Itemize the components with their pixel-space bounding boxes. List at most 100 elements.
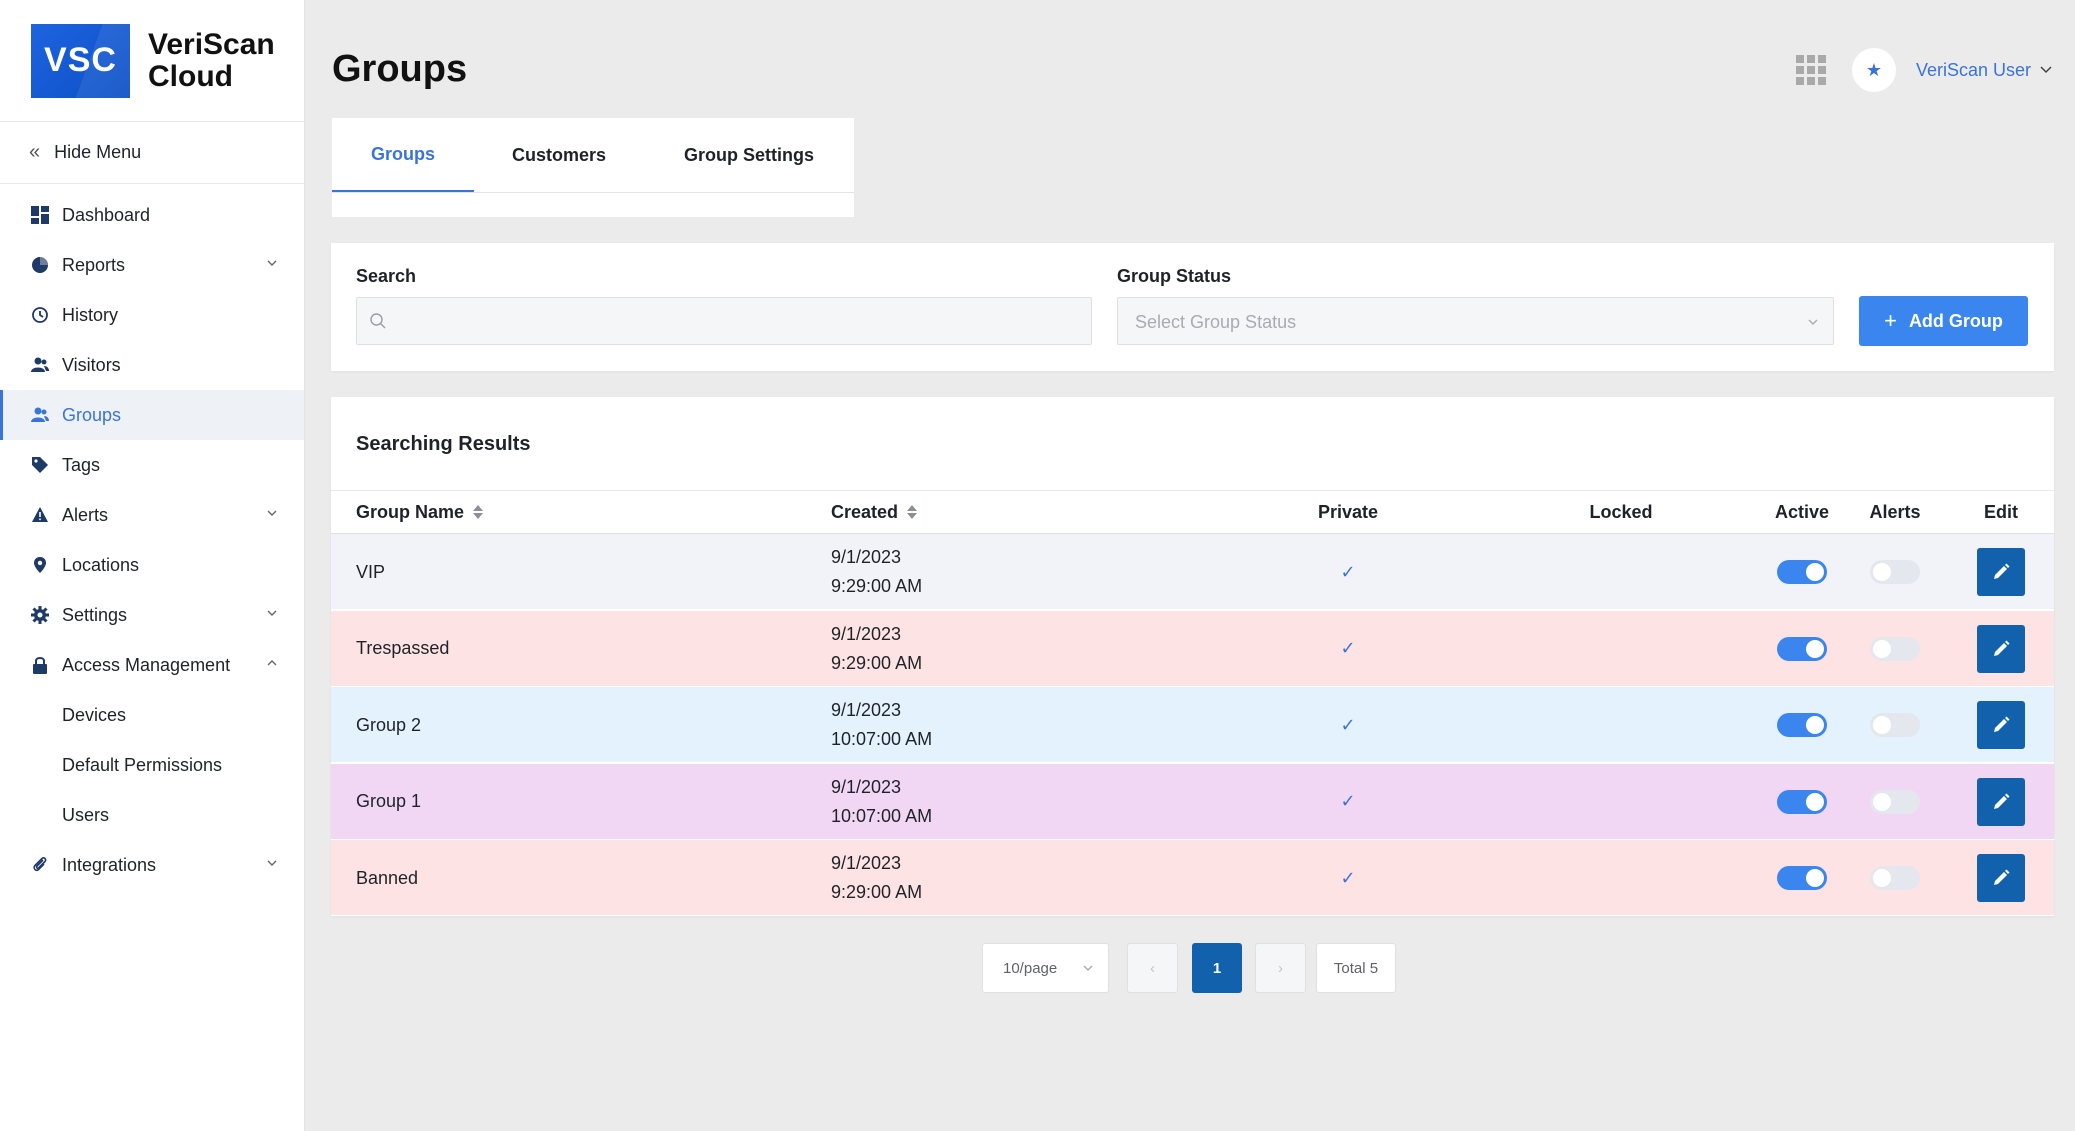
add-group-button[interactable]: + Add Group [1859, 296, 2028, 346]
page-button-current[interactable]: 1 [1192, 943, 1242, 993]
tab-group-settings[interactable]: Group Settings [644, 118, 854, 192]
active-toggle[interactable] [1777, 866, 1827, 890]
checkmark-icon: ✓ [1340, 638, 1356, 658]
edit-button[interactable] [1977, 777, 2025, 826]
table-row: Banned 9/1/2023 9:29:00 AM ✓ [331, 840, 2054, 916]
created-cell: 9/1/2023 10:07:00 AM [831, 764, 932, 840]
page-title: Groups [332, 48, 468, 90]
sidebar-subitem-default-permissions[interactable]: Default Permissions [0, 740, 304, 790]
edit-button[interactable] [1977, 548, 2025, 596]
sidebar-item-label: Alerts [62, 504, 109, 525]
checkmark-icon: ✓ [1340, 867, 1356, 888]
sidebar-item-alerts[interactable]: Alerts [0, 490, 304, 540]
page-size-select[interactable]: 10/page [982, 943, 1109, 993]
apps-grid-icon[interactable] [1795, 55, 1826, 85]
alerts-cell [1850, 840, 1940, 916]
search-field[interactable] [356, 297, 1092, 345]
next-page-button[interactable]: › [1255, 943, 1306, 993]
edit-button[interactable] [1977, 854, 2025, 902]
group-status-label: Group Status [1117, 266, 1232, 286]
search-icon [370, 313, 386, 329]
edit-button[interactable] [1977, 701, 2025, 749]
group-status-select[interactable]: Select Group Status [1117, 297, 1834, 345]
page-size-label: 10/page [1003, 959, 1058, 977]
column-private: Private [1317, 501, 1379, 522]
user-toolbar: ★ VeriScan User [1795, 48, 2053, 92]
sidebar-item-label: Reports [62, 254, 126, 275]
search-input[interactable] [397, 298, 1077, 344]
sidebar-item-tags[interactable]: Tags [0, 440, 304, 490]
favorite-star-button[interactable]: ★ [1851, 48, 1896, 92]
chevron-up-icon [267, 660, 277, 666]
brand-name: VeriScan Cloud [148, 28, 275, 93]
table-header: Group Name Created Private Locked Active… [331, 490, 2054, 534]
plus-icon: + [1884, 308, 1897, 333]
column-group-name[interactable]: Group Name [356, 491, 484, 533]
created-time: 9:29:00 AM [831, 652, 923, 673]
toggle-knob [1806, 716, 1824, 734]
chevron-down-icon [267, 610, 277, 616]
toggle-knob [1806, 869, 1824, 887]
active-toggle[interactable] [1777, 713, 1827, 737]
sidebar-item-integrations[interactable]: Integrations [0, 840, 304, 890]
active-toggle[interactable] [1777, 789, 1827, 814]
sidebar-subitem-users[interactable]: Users [0, 790, 304, 840]
active-toggle[interactable] [1777, 636, 1827, 661]
edit-button[interactable] [1977, 624, 2025, 673]
alerts-toggle[interactable] [1870, 560, 1920, 584]
active-toggle[interactable] [1777, 560, 1827, 584]
hide-menu-button[interactable]: « Hide Menu [0, 122, 304, 184]
alerts-toggle[interactable] [1870, 636, 1920, 661]
column-locked: Locked [1589, 501, 1653, 522]
column-created[interactable]: Created [831, 491, 918, 533]
sidebar-item-settings[interactable]: Settings [0, 590, 304, 640]
sidebar-subitem-devices[interactable]: Devices [0, 690, 304, 740]
column-label: Group Name [356, 501, 465, 522]
pencil-icon [1992, 640, 2010, 658]
toggle-knob [1806, 563, 1824, 581]
active-cell [1757, 611, 1847, 687]
sort-icon[interactable] [906, 504, 918, 520]
lock-icon [30, 655, 50, 675]
tab-groups[interactable]: Groups [332, 118, 474, 192]
sidebar-item-reports[interactable]: Reports [0, 240, 304, 290]
table-row: VIP 9/1/2023 9:29:00 AM ✓ [331, 534, 2054, 610]
history-icon [30, 305, 50, 325]
alerts-toggle[interactable] [1870, 866, 1920, 890]
active-cell [1757, 687, 1847, 763]
chevron-down-icon [267, 860, 277, 866]
locked-cell [1561, 534, 1681, 610]
users-icon [30, 405, 50, 425]
tag-icon [30, 455, 50, 475]
group-status-placeholder: Select Group Status [1135, 312, 1297, 332]
hide-menu-label: Hide Menu [54, 142, 142, 162]
user-menu[interactable]: VeriScan User [1916, 60, 2031, 81]
created-cell: 9/1/2023 10:07:00 AM [831, 687, 932, 763]
table-row: Group 2 9/1/2023 10:07:00 AM ✓ [331, 687, 2054, 763]
tab-customers[interactable]: Customers [474, 118, 644, 192]
total-count: Total 5 [1316, 943, 1396, 993]
sidebar-item-history[interactable]: History [0, 290, 304, 340]
sidebar-item-label: Groups [62, 404, 122, 425]
sidebar-item-visitors[interactable]: Visitors [0, 340, 304, 390]
brand-logo: VSC [31, 23, 130, 98]
location-pin-icon [30, 555, 50, 575]
sidebar-item-label: Dashboard [62, 204, 151, 225]
sidebar-item-dashboard[interactable]: Dashboard [0, 190, 304, 240]
sort-icon[interactable] [472, 504, 484, 520]
created-date: 9/1/2023 [831, 776, 902, 797]
private-cell: ✓ [1288, 840, 1408, 916]
toggle-knob [1806, 792, 1824, 811]
private-cell: ✓ [1288, 764, 1408, 840]
sidebar: VSC VeriScan Cloud « Hide Menu Dashboard… [0, 0, 305, 1131]
prev-page-button[interactable]: ‹ [1127, 943, 1178, 993]
chevron-down-icon[interactable] [2039, 63, 2053, 77]
sidebar-item-access-management[interactable]: Access Management [0, 640, 304, 690]
tab-bar: Groups Customers Group Settings [332, 118, 854, 217]
alerts-toggle[interactable] [1870, 713, 1920, 737]
locked-cell [1561, 764, 1681, 840]
sidebar-item-locations[interactable]: Locations [0, 540, 304, 590]
sidebar-item-groups[interactable]: Groups [0, 390, 304, 440]
alerts-toggle[interactable] [1870, 789, 1920, 814]
brand[interactable]: VSC VeriScan Cloud [0, 0, 304, 122]
